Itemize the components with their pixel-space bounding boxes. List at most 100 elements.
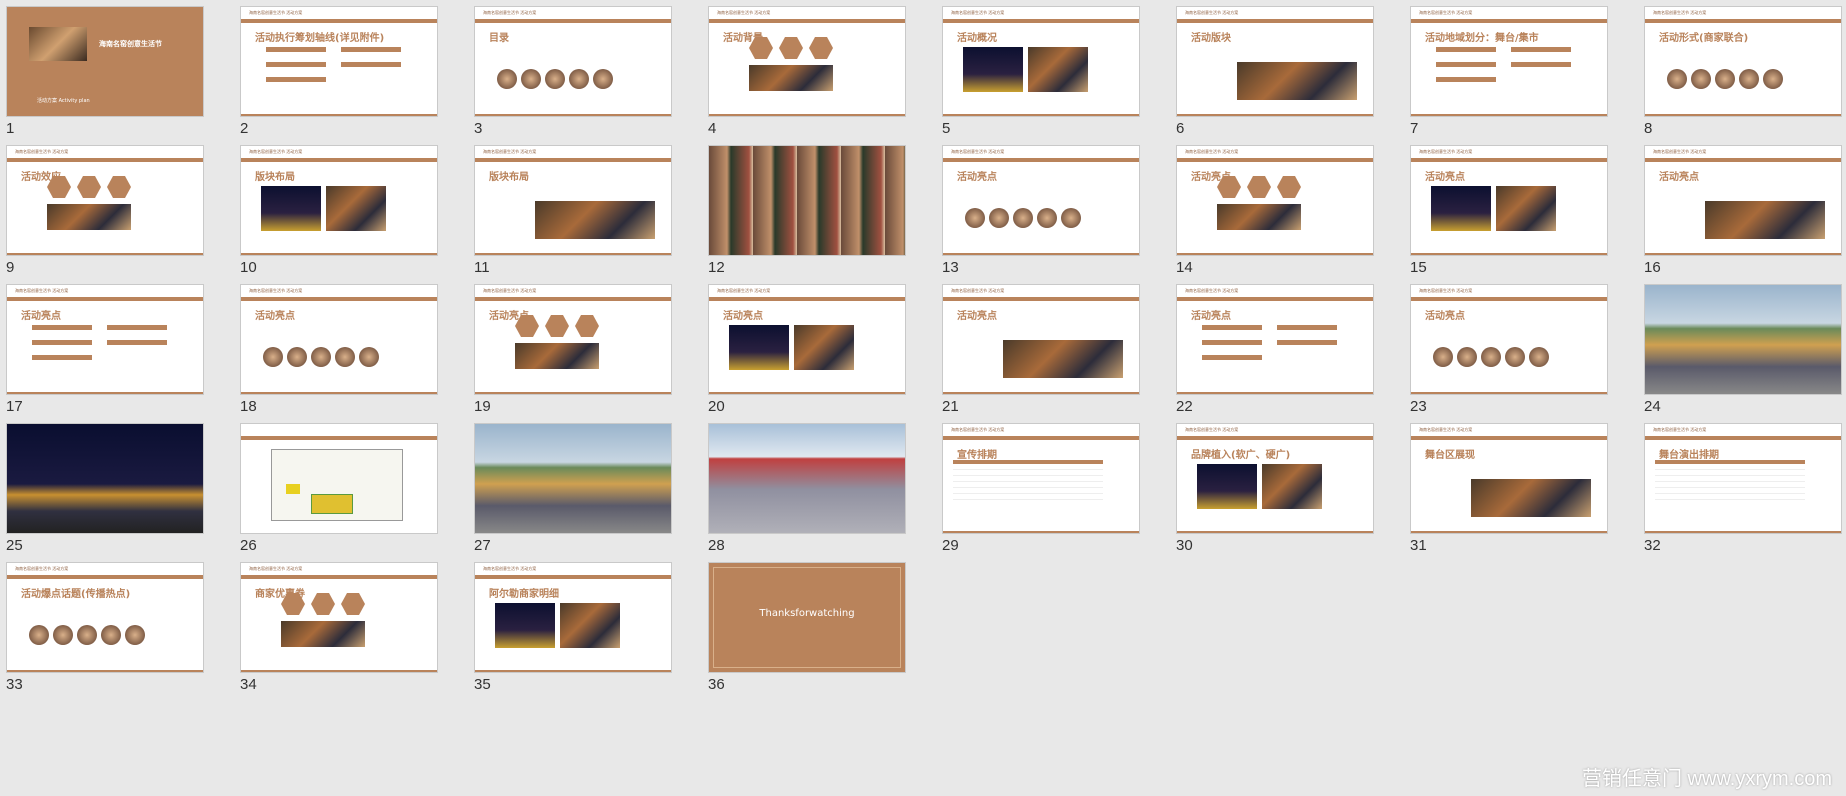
photo-circle <box>101 625 121 645</box>
slide-photo <box>515 343 599 369</box>
content-bar <box>107 325 167 330</box>
render-image <box>7 424 203 533</box>
photo-collage <box>709 146 905 255</box>
slide-preview[interactable]: 海南名窑创意生活节 活动方案 版块布局 <box>240 145 438 256</box>
slide-header-text: 海南名窑创意生活节 活动方案 <box>1185 288 1239 293</box>
slide-preview[interactable] <box>708 423 906 534</box>
slide-preview[interactable]: 海南名窑创意生活节 活动方案 商家优惠券 <box>240 562 438 673</box>
content-bar <box>341 47 401 52</box>
slide-title: 阿尔勒商家明细 <box>489 589 559 600</box>
slide-preview[interactable]: 海南名窑创意生活节 活动方案 Activity plan <box>6 6 204 117</box>
header-bar <box>241 436 437 440</box>
header-bar <box>1411 19 1607 23</box>
photo-circle <box>497 69 517 89</box>
content-bar <box>1277 340 1337 345</box>
photo-circle <box>1691 69 1711 89</box>
slide-preview[interactable] <box>1644 284 1842 395</box>
slide-photo <box>729 325 789 370</box>
photo-circle <box>965 208 985 228</box>
slide-photo <box>1217 204 1301 230</box>
slide-preview[interactable]: 海南名窑创意生活节 活动方案 品牌植入(软广、硬广) <box>1176 423 1374 534</box>
slide-preview[interactable]: 海南名窑创意生活节 活动方案 活动亮点 <box>1410 284 1608 395</box>
content-bar <box>1202 340 1262 345</box>
slide-preview[interactable]: 海南名窑创意生活节 活动方案 活动概况 <box>942 6 1140 117</box>
slide-thumbnail-30[interactable]: 海南名窑创意生活节 活动方案 品牌植入(软广、硬广) 30 <box>1170 417 1404 581</box>
photo-circle <box>1763 69 1783 89</box>
cover-subtitle: 活动方案 Activity plan <box>37 98 90 104</box>
slide-preview[interactable]: 海南名窑创意生活节 活动方案 舞台演出排期 <box>1644 423 1842 534</box>
slide-title: 活动亮点 <box>1425 311 1465 322</box>
slide-number: 8 <box>1644 120 1653 137</box>
slide-number: 21 <box>942 398 959 415</box>
header-bar <box>1177 436 1373 440</box>
slide-header-text: 海南名窑创意生活节 活动方案 <box>1653 10 1707 15</box>
slide-preview[interactable]: 海南名窑创意生活节 活动方案 活动执行筹划轴线(详见附件) <box>240 6 438 117</box>
footer-bar <box>709 114 905 116</box>
header-bar <box>709 297 905 301</box>
slide-title: 活动概况 <box>957 33 997 44</box>
slide-photo <box>1471 479 1591 517</box>
slide-thumbnail-36[interactable]: Thanksforwatching 36 <box>702 556 936 720</box>
slide-preview[interactable]: 海南名窑创意生活节 活动方案 宣传排期 <box>942 423 1140 534</box>
slide-preview[interactable]: 海南名窑创意生活节 活动方案 活动亮点 <box>708 284 906 395</box>
slide-preview[interactable]: 海南名窑创意生活节 活动方案 活动亮点 <box>1644 145 1842 256</box>
photo-circle <box>77 625 97 645</box>
slide-preview[interactable]: 海南名窑创意生活节 活动方案 阿尔勒商家明细 <box>474 562 672 673</box>
slide-preview[interactable] <box>6 423 204 534</box>
slide-title: 目录 <box>489 33 509 44</box>
slide-preview[interactable]: 海南名窑创意生活节 活动方案目录 <box>474 6 672 117</box>
slide-preview[interactable]: 海南名窑创意生活节 活动方案 活动爆点话题(传播热点) <box>6 562 204 673</box>
footer-bar <box>1411 531 1607 533</box>
slide-preview[interactable]: 海南名窑创意生活节 活动方案 活动亮点 <box>240 284 438 395</box>
slide-preview[interactable]: 海南名窑创意生活节 活动方案 舞台区展现 <box>1410 423 1608 534</box>
slide-number: 14 <box>1176 259 1193 276</box>
footer-bar <box>241 392 437 394</box>
slide-preview[interactable] <box>240 423 438 534</box>
slide-preview[interactable]: 海南名窑创意生活节 活动方案 活动版块 <box>1176 6 1374 117</box>
slide-preview[interactable]: 海南名窑创意生活节 活动方案 活动地域划分：舞台/集市 <box>1410 6 1608 117</box>
slide-preview[interactable] <box>708 145 906 256</box>
slide-preview[interactable]: 海南名窑创意生活节 活动方案 活动亮点 <box>1176 145 1374 256</box>
slide-thumbnail-34[interactable]: 海南名窑创意生活节 活动方案 商家优惠券 34 <box>234 556 468 720</box>
slide-preview[interactable]: 海南名窑创意生活节 活动方案 活动效应 <box>6 145 204 256</box>
photo-circle <box>335 347 355 367</box>
slide-thumbnail-35[interactable]: 海南名窑创意生活节 活动方案 阿尔勒商家明细 35 <box>468 556 702 720</box>
slide-thumbnail-33[interactable]: 海南名窑创意生活节 活动方案 活动爆点话题(传播热点) 33 <box>0 556 234 720</box>
slide-header-text: 海南名窑创意生活节 活动方案 <box>249 10 303 15</box>
footer-bar <box>7 392 203 394</box>
slide-header-text: 海南名窑创意生活节 活动方案 <box>249 566 303 571</box>
photo-circle <box>1529 347 1549 367</box>
header-bar <box>475 297 671 301</box>
slide-preview[interactable]: 海南名窑创意生活节 活动方案 活动形式(商家联合) <box>1644 6 1842 117</box>
slide-preview[interactable]: 海南名窑创意生活节 活动方案 活动亮点 <box>942 145 1140 256</box>
slide-title: 活动亮点 <box>1659 172 1699 183</box>
photo-circle <box>545 69 565 89</box>
hex-shape <box>77 176 101 198</box>
slide-thumbnail-32[interactable]: 海南名窑创意生活节 活动方案 舞台演出排期 32 <box>1638 417 1846 581</box>
footer-bar <box>475 670 671 672</box>
slide-header-text: 海南名窑创意生活节 活动方案 <box>483 10 537 15</box>
slide-thumbnail-31[interactable]: 海南名窑创意生活节 活动方案 舞台区展现 31 <box>1404 417 1638 581</box>
render-image <box>1645 285 1841 394</box>
slide-preview[interactable]: 海南名窑创意生活节 活动方案 活动亮点 <box>1410 145 1608 256</box>
footer-bar <box>1177 253 1373 255</box>
slide-preview[interactable]: Thanksforwatching <box>708 562 906 673</box>
header-bar <box>1177 19 1373 23</box>
slide-thumbnail-29[interactable]: 海南名窑创意生活节 活动方案 宣传排期 29 <box>936 417 1170 581</box>
slide-header-text: 海南名窑创意生活节 活动方案 <box>15 149 69 154</box>
hex-shape <box>311 593 335 615</box>
slide-photo <box>326 186 386 231</box>
slide-header-text: 海南名窑创意生活节 活动方案 <box>1419 149 1473 154</box>
slide-preview[interactable]: 海南名窑创意生活节 活动方案 版块布局 <box>474 145 672 256</box>
photo-circle <box>1037 208 1057 228</box>
slide-preview[interactable]: 海南名窑创意生活节 活动方案 活动亮点 <box>6 284 204 395</box>
slide-preview[interactable] <box>474 423 672 534</box>
slide-preview[interactable]: 海南名窑创意生活节 活动方案 活动亮点 <box>1176 284 1374 395</box>
watermark: 营销任意门 www.yxrym.com <box>1582 768 1832 790</box>
footer-bar <box>1177 114 1373 116</box>
slide-preview[interactable]: 海南名窑创意生活节 活动方案 活动亮点 <box>474 284 672 395</box>
slide-preview[interactable]: 海南名窑创意生活节 活动方案 活动亮点 <box>942 284 1140 395</box>
slide-header-text: 海南名窑创意生活节 活动方案 <box>951 149 1005 154</box>
slide-photo <box>560 603 620 648</box>
slide-preview[interactable]: 海南名窑创意生活节 活动方案 活动背景 <box>708 6 906 117</box>
